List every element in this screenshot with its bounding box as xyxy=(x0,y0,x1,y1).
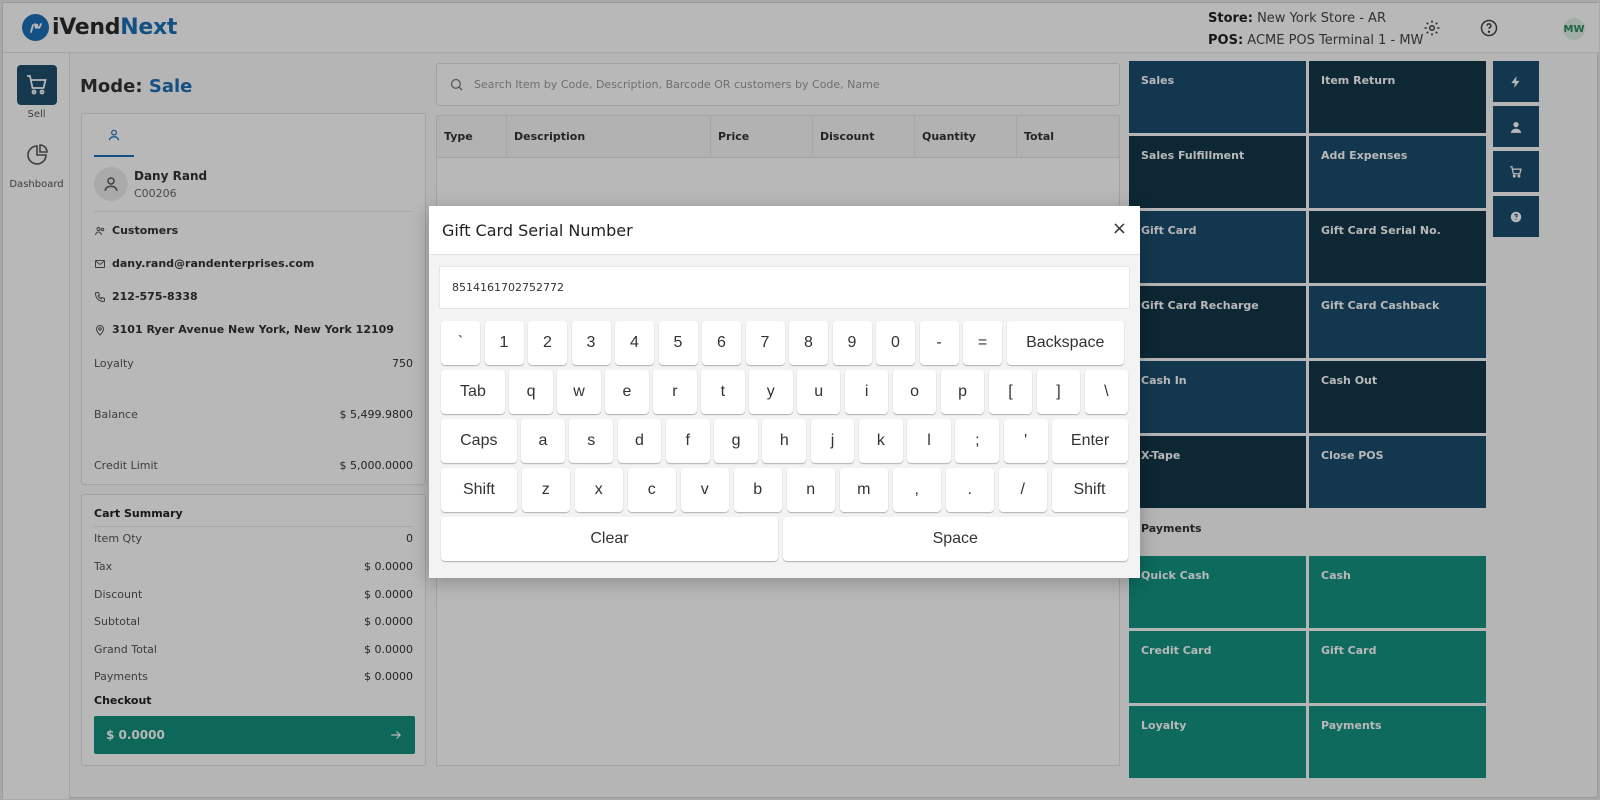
key-right-bracket[interactable]: ] xyxy=(1036,370,1081,414)
key-0[interactable]: 0 xyxy=(876,321,915,365)
key-w[interactable]: w xyxy=(557,370,601,414)
key-left-bracket[interactable]: [ xyxy=(988,370,1033,414)
modal-title: Gift Card Serial Number xyxy=(442,221,633,240)
keyboard-row-2: Tab q w e r t y u i o p [ ] \ xyxy=(441,370,1129,414)
key-u[interactable]: u xyxy=(797,370,841,414)
key-c[interactable]: c xyxy=(627,468,676,512)
key-4[interactable]: 4 xyxy=(615,321,654,365)
key-backslash[interactable]: \ xyxy=(1084,370,1129,414)
key-shift-right[interactable]: Shift xyxy=(1051,468,1128,512)
key-backspace[interactable]: Backspace xyxy=(1006,321,1124,365)
key-shift-left[interactable]: Shift xyxy=(441,468,517,512)
key-x[interactable]: x xyxy=(574,468,623,512)
key-h[interactable]: h xyxy=(762,419,807,463)
key-v[interactable]: v xyxy=(680,468,729,512)
keyboard-row-5: Clear Space xyxy=(441,517,1128,561)
key-f[interactable]: f xyxy=(665,419,710,463)
key-d[interactable]: d xyxy=(617,419,662,463)
key-t[interactable]: t xyxy=(701,370,745,414)
key-caps[interactable]: Caps xyxy=(441,419,517,463)
key-b[interactable]: b xyxy=(733,468,782,512)
serial-number-input[interactable] xyxy=(439,266,1130,309)
key-space[interactable]: Space xyxy=(782,517,1128,561)
key-j[interactable]: j xyxy=(810,419,855,463)
key-backtick[interactable]: ` xyxy=(441,321,480,365)
key-7[interactable]: 7 xyxy=(745,321,785,365)
key-2[interactable]: 2 xyxy=(528,321,567,365)
key-enter[interactable]: Enter xyxy=(1052,419,1129,463)
key-semicolon[interactable]: ; xyxy=(955,419,1000,463)
key-9[interactable]: 9 xyxy=(832,321,872,365)
key-y[interactable]: y xyxy=(749,370,793,414)
key-p[interactable]: p xyxy=(940,370,985,414)
key-slash[interactable]: / xyxy=(998,468,1047,512)
key-s[interactable]: s xyxy=(569,419,614,463)
key-k[interactable]: k xyxy=(858,419,903,463)
key-m[interactable]: m xyxy=(839,468,888,512)
virtual-keyboard: ` 1 2 3 4 5 6 7 8 9 0 - = Backspace Tab … xyxy=(441,321,1129,566)
key-r[interactable]: r xyxy=(653,370,697,414)
key-g[interactable]: g xyxy=(714,419,758,463)
key-minus[interactable]: - xyxy=(919,321,959,365)
key-5[interactable]: 5 xyxy=(658,321,698,365)
key-i[interactable]: i xyxy=(844,370,889,414)
key-6[interactable]: 6 xyxy=(702,321,741,365)
key-n[interactable]: n xyxy=(786,468,835,512)
key-equals[interactable]: = xyxy=(963,321,1002,365)
key-clear[interactable]: Clear xyxy=(441,517,778,561)
keyboard-row-1: ` 1 2 3 4 5 6 7 8 9 0 - = Backspace xyxy=(441,321,1128,365)
key-l[interactable]: l xyxy=(907,419,951,463)
key-1[interactable]: 1 xyxy=(484,321,524,365)
keyboard-row-3: Caps a s d f g h j k l ; ' Enter xyxy=(441,419,1129,463)
key-quote[interactable]: ' xyxy=(1003,419,1048,463)
key-period[interactable]: . xyxy=(945,468,994,512)
key-q[interactable]: q xyxy=(509,370,553,414)
modal-header: Gift Card Serial Number × xyxy=(429,206,1140,255)
key-tab[interactable]: Tab xyxy=(441,370,505,414)
key-8[interactable]: 8 xyxy=(789,321,828,365)
key-o[interactable]: o xyxy=(892,370,937,414)
key-z[interactable]: z xyxy=(521,468,570,512)
gift-card-serial-modal: Gift Card Serial Number × ` 1 2 3 4 5 6 … xyxy=(429,206,1140,578)
key-e[interactable]: e xyxy=(605,370,649,414)
keyboard-row-4: Shift z x c v b n m , . / Shift xyxy=(441,468,1128,512)
key-a[interactable]: a xyxy=(521,419,565,463)
key-comma[interactable]: , xyxy=(892,468,941,512)
close-icon[interactable]: × xyxy=(1112,220,1127,238)
key-3[interactable]: 3 xyxy=(571,321,611,365)
